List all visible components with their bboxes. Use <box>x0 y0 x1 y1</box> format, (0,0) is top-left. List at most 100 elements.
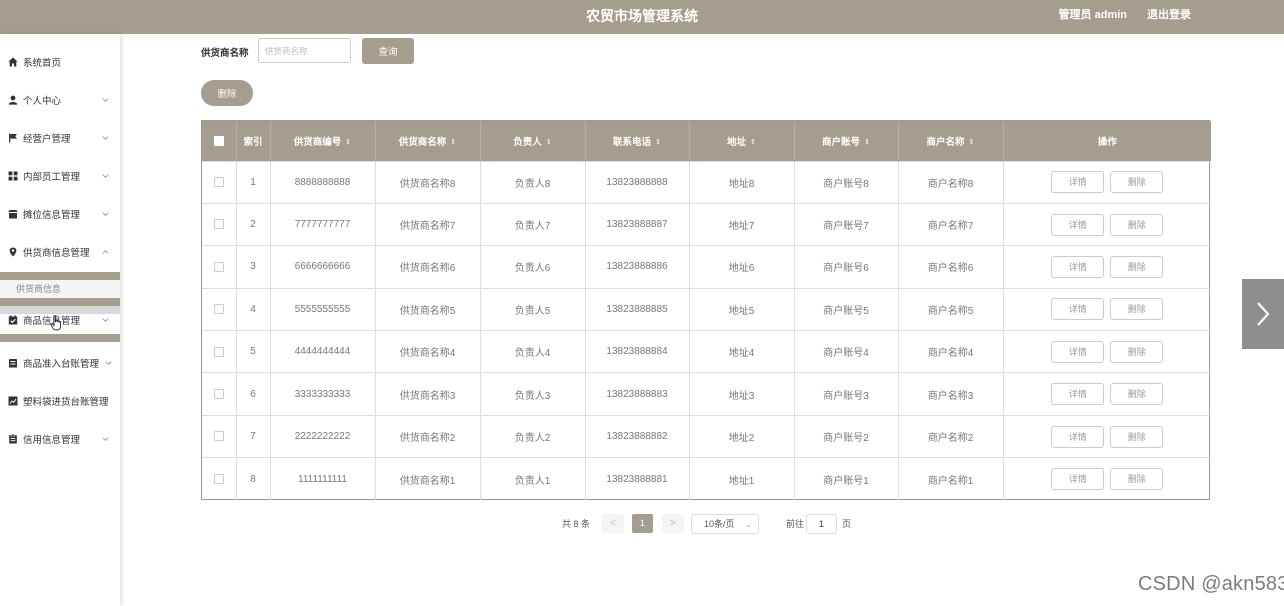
sidebar-item-home[interactable]: 系统首页 <box>0 43 120 81</box>
row-delete-button[interactable]: 删除 <box>1110 425 1164 448</box>
column-header[interactable]: 联系电话 ⇕ <box>585 121 690 161</box>
sort-icon[interactable]: ⇕ <box>450 138 456 146</box>
index-cell: 1 <box>236 160 271 204</box>
contact-person-cell: 负责人3 <box>480 372 586 416</box>
user-icon <box>8 95 18 105</box>
pagination-page-1[interactable]: 1 <box>632 514 653 533</box>
detail-button[interactable]: 详情 <box>1051 425 1105 448</box>
search-label: 供货商名称 <box>201 48 249 59</box>
row-delete-button[interactable]: 删除 <box>1110 171 1164 194</box>
row-select-cell[interactable] <box>202 372 237 416</box>
sidebar-item-staff[interactable]: 内部员工管理 <box>0 157 120 195</box>
sort-icon[interactable]: ⇕ <box>546 138 552 146</box>
sidebar-item-label: 供货商信息管理 <box>23 248 90 259</box>
detail-button[interactable]: 详情 <box>1051 255 1105 278</box>
contact-person-cell: 负责人8 <box>480 160 586 204</box>
row-delete-button[interactable]: 删除 <box>1110 468 1164 491</box>
row-select-cell[interactable] <box>202 330 237 373</box>
row-checkbox[interactable] <box>213 304 224 315</box>
submenu-divider <box>0 334 120 342</box>
page-size-select[interactable]: 10条/页 ⌄ <box>691 514 759 534</box>
supplier-code-cell: 4444444444 <box>270 330 376 373</box>
supplier-code-cell: 8888888888 <box>270 160 376 204</box>
column-header[interactable]: 供货商编号 ⇕ <box>270 121 376 161</box>
actions-cell: 详情 删除 <box>1003 330 1211 373</box>
select-all-cell[interactable] <box>202 121 237 161</box>
row-delete-button[interactable]: 删除 <box>1110 213 1164 236</box>
row-checkbox[interactable] <box>213 219 224 230</box>
phone-cell: 13823888884 <box>585 330 690 373</box>
column-header: 索引 <box>236 121 271 161</box>
column-header[interactable]: 商户账号 ⇕ <box>794 121 899 161</box>
supplier-name-cell: 供货商名称7 <box>375 202 481 246</box>
column-header[interactable]: 地址 ⇕ <box>689 121 795 161</box>
submenu-item-supplier-info[interactable]: 供货商信息 <box>0 280 120 298</box>
row-select-cell[interactable] <box>202 245 237 289</box>
flag-icon <box>8 133 18 143</box>
row-select-cell[interactable] <box>202 287 237 331</box>
supplier-name-cell: 供货商名称3 <box>375 372 481 416</box>
detail-button[interactable]: 详情 <box>1051 171 1105 194</box>
row-checkbox[interactable] <box>213 474 224 485</box>
column-header[interactable]: 商户名称 ⇕ <box>898 121 1004 161</box>
phone-cell: 13823888883 <box>585 372 690 416</box>
row-select-cell[interactable] <box>202 202 237 246</box>
index-cell: 8 <box>236 457 271 501</box>
sidebar-item-bag-ledger[interactable]: 塑料袋进货台账管理 <box>0 382 120 420</box>
select-all-checkbox[interactable] <box>213 135 224 146</box>
detail-button[interactable]: 详情 <box>1051 340 1105 363</box>
hand-cursor-icon <box>50 315 62 331</box>
query-button[interactable]: 查询 <box>362 38 414 64</box>
table-row: 2 7777777777 供货商名称7 负责人7 13823888887 地址7 商户账号7… <box>202 202 1211 246</box>
sort-icon[interactable]: ⇕ <box>655 138 661 146</box>
row-checkbox[interactable] <box>213 261 224 272</box>
ledger-icon <box>8 358 18 368</box>
phone-cell: 13823888887 <box>585 202 690 246</box>
chevron-up-icon <box>102 250 109 254</box>
row-select-cell[interactable] <box>202 160 237 204</box>
contact-person-cell: 负责人2 <box>480 414 586 458</box>
phone-cell: 13823888886 <box>585 245 690 289</box>
supplier-name-input[interactable] <box>258 38 351 63</box>
row-checkbox[interactable] <box>213 431 224 442</box>
sort-icon[interactable]: ⇕ <box>969 138 975 146</box>
sort-icon[interactable]: ⇕ <box>750 138 756 146</box>
logout-link[interactable]: 退出登录 <box>1147 0 1191 30</box>
goto-page-input[interactable] <box>806 514 837 534</box>
supplier-name-cell: 供货商名称5 <box>375 287 481 331</box>
row-delete-button[interactable]: 删除 <box>1110 340 1164 363</box>
sidebar-item-product-ledger[interactable]: 商品准入台账管理 <box>0 344 120 382</box>
column-header[interactable]: 供货商名称 ⇕ <box>375 121 481 161</box>
index-cell: 3 <box>236 245 271 289</box>
row-select-cell[interactable] <box>202 414 237 458</box>
row-delete-button[interactable]: 删除 <box>1110 255 1164 278</box>
detail-button[interactable]: 详情 <box>1051 298 1105 321</box>
detail-button[interactable]: 详情 <box>1051 213 1105 236</box>
row-checkbox[interactable] <box>213 346 224 357</box>
pagination-next-button[interactable]: > <box>662 514 684 533</box>
sidebar-item-suppliers[interactable]: 供货商信息管理 <box>0 233 120 271</box>
column-header[interactable]: 负责人 ⇕ <box>480 121 586 161</box>
sidebar-item-vendors[interactable]: 经营户管理 <box>0 119 120 157</box>
merchant-name-cell: 商户名称2 <box>898 414 1004 458</box>
row-delete-button[interactable]: 删除 <box>1110 298 1164 321</box>
sidebar-item-stalls[interactable]: 摊位信息管理 <box>0 195 120 233</box>
row-checkbox[interactable] <box>213 389 224 399</box>
detail-button[interactable]: 详情 <box>1051 468 1105 491</box>
table-row: 8 1111111111 供货商名称1 负责人1 13823888881 地址1 商户账号1… <box>202 457 1211 501</box>
table-row: 1 8888888888 供货商名称8 负责人8 13823888888 地址8 商户账号8… <box>202 160 1211 204</box>
detail-button[interactable]: 详情 <box>1051 383 1105 406</box>
pagination-prev-button[interactable]: < <box>602 514 624 533</box>
batch-delete-button[interactable]: 删除 <box>201 80 253 106</box>
sort-icon[interactable]: ⇕ <box>864 138 870 146</box>
row-checkbox[interactable] <box>213 177 224 188</box>
sidebar-item-label: 系统首页 <box>23 58 62 69</box>
sort-icon[interactable]: ⇕ <box>345 138 351 146</box>
supplier-name-cell: 供货商名称8 <box>375 160 481 204</box>
page-size-value: 10条/页 <box>704 519 735 529</box>
row-delete-button[interactable]: 删除 <box>1110 383 1164 406</box>
sidebar-item-personal[interactable]: 个人中心 <box>0 81 120 119</box>
sidebar-item-credit[interactable]: 信用信息管理 <box>0 420 120 458</box>
next-slide-button[interactable] <box>1242 279 1284 349</box>
row-select-cell[interactable] <box>202 457 237 501</box>
